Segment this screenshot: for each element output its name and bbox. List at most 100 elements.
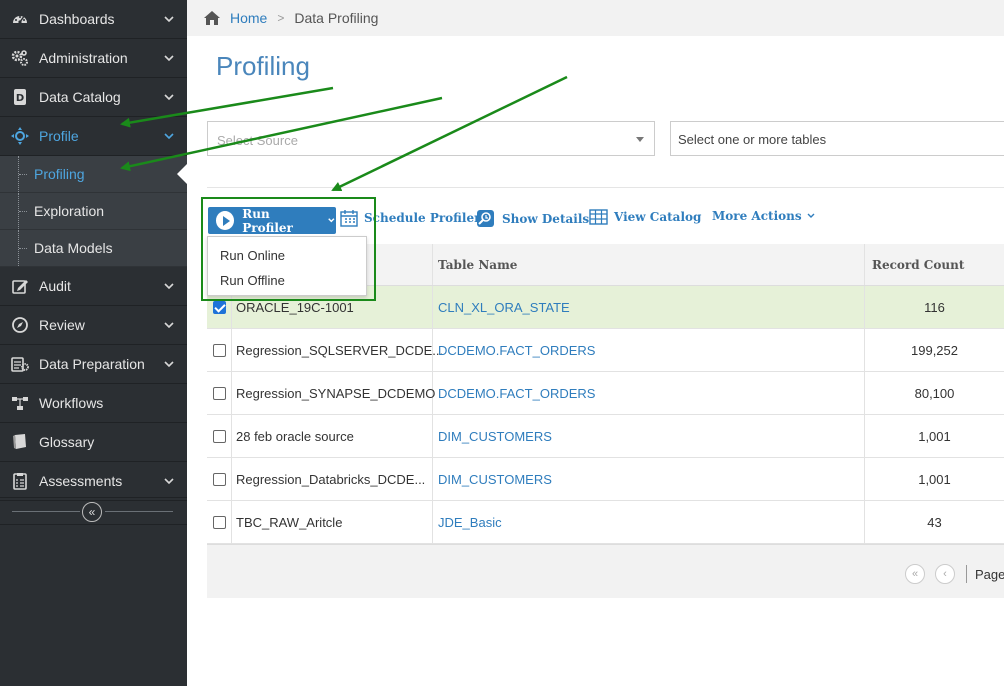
chevron-down-icon: [164, 94, 174, 101]
breadcrumb-home-link[interactable]: Home: [230, 10, 267, 26]
source-cell: TBC_RAW_Aritcle: [232, 501, 433, 543]
nav-label: Data Preparation: [39, 356, 145, 372]
row-checkbox[interactable]: [212, 300, 226, 314]
more-actions-label: More Actions: [712, 209, 802, 223]
schedule-profiler-button[interactable]: Schedule Profiler: [340, 209, 480, 227]
nav-item-audit[interactable]: Audit: [0, 267, 187, 306]
nav-label: Workflows: [39, 395, 104, 411]
chevron-down-icon: [807, 213, 815, 218]
record-count-cell: 80,100: [914, 385, 955, 401]
source-placeholder: Select Source: [217, 133, 298, 148]
show-details-button[interactable]: Show Details: [476, 209, 589, 229]
nav-item-data-catalog[interactable]: D Data Catalog: [0, 78, 187, 117]
table-row[interactable]: Regression_SYNAPSE_DCDEMO DCDEMO.FACT_OR…: [207, 372, 1004, 415]
play-icon: [216, 211, 235, 230]
table-name-link[interactable]: CLN_XL_ORA_STATE: [433, 286, 865, 328]
row-checkbox[interactable]: [212, 472, 226, 486]
table-name-link[interactable]: JDE_Basic: [433, 501, 865, 543]
row-checkbox[interactable]: [212, 343, 226, 357]
nav-item-glossary[interactable]: Glossary: [0, 423, 187, 462]
more-actions-button[interactable]: More Actions: [712, 209, 816, 223]
source-cell: Regression_SQLSERVER_DCDE...: [232, 329, 443, 371]
tables-select[interactable]: Select one or more tables: [670, 121, 1004, 156]
dashboard-icon: [0, 10, 39, 28]
catalog-icon: D: [0, 88, 39, 106]
nav-item-assessments[interactable]: Assessments: [0, 462, 187, 501]
nav-label: Data Catalog: [39, 89, 121, 105]
table-name-link[interactable]: DIM_CUSTOMERS: [433, 458, 865, 500]
audit-icon: [0, 277, 39, 295]
nav-item-profile[interactable]: Profile: [0, 117, 187, 156]
section-divider: [207, 187, 1004, 188]
svg-text:D: D: [15, 93, 23, 104]
chevron-down-icon: [164, 16, 174, 23]
details-search-icon: [477, 210, 494, 227]
assessments-icon: [0, 472, 39, 490]
table-footer: « ‹ Page: [207, 544, 1004, 598]
source-cell: Regression_SYNAPSE_DCDEMO: [232, 372, 435, 414]
caret-down-icon: [636, 137, 644, 142]
nav-item-workflows[interactable]: Workflows: [0, 384, 187, 423]
nav-label: Assessments: [39, 473, 123, 489]
nav-item-data-preparation[interactable]: Data Preparation: [0, 345, 187, 384]
profile-icon: [0, 127, 39, 145]
nav-item-dashboards[interactable]: Dashboards: [0, 0, 187, 39]
row-checkbox[interactable]: [212, 429, 226, 443]
table-row[interactable]: Regression_SQLSERVER_DCDE... DCDEMO.FACT…: [207, 329, 1004, 372]
record-count-cell: 116: [924, 299, 945, 315]
breadcrumb: Home > Data Profiling: [187, 0, 1004, 36]
nav-label: Glossary: [39, 434, 95, 450]
chevron-down-icon: [164, 55, 174, 62]
table-name-link[interactable]: DIM_CUSTOMERS: [433, 415, 865, 457]
table-name-link[interactable]: DCDEMO.FACT_ORDERS: [433, 329, 865, 371]
table-row[interactable]: Regression_Databricks_DCDE... DIM_CUSTOM…: [207, 458, 1004, 501]
table-row[interactable]: 28 feb oracle source DIM_CUSTOMERS 1,001: [207, 415, 1004, 458]
first-page-icon[interactable]: «: [905, 564, 925, 584]
prev-page-icon[interactable]: ‹: [935, 564, 955, 584]
nav-label: Dashboards: [39, 11, 115, 27]
sub-label: Data Models: [34, 240, 113, 256]
view-catalog-button[interactable]: View Catalog: [589, 209, 701, 225]
home-icon[interactable]: [203, 10, 221, 26]
nav-item-review[interactable]: Review: [0, 306, 187, 345]
chevron-down-icon: [164, 133, 174, 140]
nav-label: Profile: [39, 128, 79, 144]
source-select[interactable]: Select Source: [207, 121, 655, 156]
sub-item-exploration[interactable]: Exploration: [0, 193, 187, 230]
show-details-label: Show Details: [502, 212, 590, 226]
data-prep-icon: [0, 355, 39, 373]
collapse-sidebar-icon[interactable]: «: [82, 502, 102, 522]
collapse-divider: [105, 511, 173, 512]
chevron-down-icon: [164, 478, 174, 485]
run-profiler-button[interactable]: Run Profiler: [208, 207, 336, 235]
table-name-link[interactable]: DCDEMO.FACT_ORDERS: [433, 372, 865, 414]
menu-item-run-online[interactable]: Run Online: [208, 243, 366, 268]
nav-item-administration[interactable]: Administration: [0, 39, 187, 78]
schedule-profiler-label: Schedule Profiler: [364, 211, 481, 225]
collapse-divider: [12, 511, 80, 512]
source-cell: Regression_Databricks_DCDE...: [232, 458, 433, 500]
sidebar: Dashboards Administration D Data Catalog…: [0, 0, 188, 686]
sub-item-data-models[interactable]: Data Models: [0, 230, 187, 267]
view-catalog-label: View Catalog: [614, 210, 702, 224]
record-count-cell: 43: [927, 514, 942, 530]
header-record-count[interactable]: Record Count: [865, 244, 1004, 285]
pagination-separator: [966, 565, 967, 583]
sub-item-profiling[interactable]: Profiling: [0, 156, 188, 193]
record-count-cell: 1,001: [918, 428, 951, 444]
calendar-icon: [340, 210, 358, 227]
chevron-down-icon: [164, 361, 174, 368]
row-checkbox[interactable]: [212, 515, 226, 529]
breadcrumb-current: Data Profiling: [294, 10, 379, 26]
nav-label: Review: [39, 317, 85, 333]
menu-item-run-offline[interactable]: Run Offline: [208, 268, 366, 293]
page-label: Page: [975, 567, 1004, 582]
table-row[interactable]: TBC_RAW_Aritcle JDE_Basic 43: [207, 501, 1004, 544]
chevron-down-icon: [164, 283, 174, 290]
nav-label: Audit: [39, 278, 71, 294]
sidebar-collapse-bar: «: [0, 497, 187, 525]
header-table-name[interactable]: Table Name: [433, 244, 865, 285]
sub-label: Exploration: [34, 203, 105, 219]
record-count-cell: 1,001: [918, 471, 951, 487]
row-checkbox[interactable]: [212, 386, 226, 400]
